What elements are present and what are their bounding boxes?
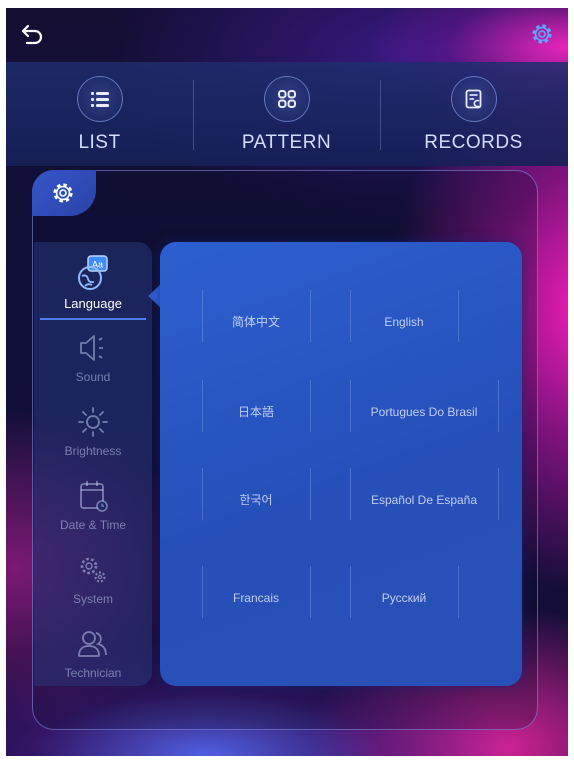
active-indicator: [40, 318, 146, 320]
back-arrow-icon: [21, 24, 43, 45]
divider: [310, 290, 311, 342]
sidebar-item-technician[interactable]: Technician: [34, 618, 152, 692]
calendar-icon: [80, 481, 108, 512]
pattern-grid-icon: [263, 76, 310, 122]
tab-records[interactable]: RECORDS: [380, 62, 567, 166]
settings-sidebar: Aa Language Sound Brightness Date & Time…: [34, 242, 152, 686]
settings-button[interactable]: [530, 22, 554, 46]
tab-pattern-label: PATTERN: [241, 132, 332, 153]
technician-icon: [78, 631, 107, 657]
sun-icon: [78, 407, 108, 437]
sidebar-item-label: Brightness: [64, 444, 122, 458]
language-option[interactable]: Portugues Do Brasil: [350, 380, 498, 444]
system-gears-icon: [80, 557, 106, 583]
tab-records-label: RECORDS: [424, 132, 523, 153]
divider: [310, 566, 311, 618]
sidebar-item-sound[interactable]: Sound: [34, 322, 152, 396]
divider: [310, 468, 311, 520]
records-icon: [450, 76, 497, 122]
sidebar-item-label: Date & Time: [59, 518, 127, 532]
tab-pattern[interactable]: PATTERN: [193, 62, 380, 166]
language-option[interactable]: 简体中文: [202, 290, 310, 354]
gear-icon: [53, 183, 73, 203]
gear-icon: [532, 24, 552, 44]
divider: [498, 468, 499, 520]
list-icon: [76, 76, 123, 122]
language-option[interactable]: Русский: [350, 566, 458, 630]
sidebar-item-brightness[interactable]: Brightness: [34, 396, 152, 470]
divider: [458, 566, 459, 618]
sidebar-item-label: Sound: [75, 370, 111, 384]
sidebar-item-label: Technician: [64, 666, 122, 680]
divider: [310, 380, 311, 432]
sidebar-item-label: Language: [64, 296, 122, 311]
language-icon: Aa: [78, 255, 108, 290]
tab-list[interactable]: LIST: [6, 62, 193, 166]
language-option[interactable]: 한국어: [202, 468, 310, 532]
language-option[interactable]: English: [350, 290, 458, 354]
language-option[interactable]: Español De España: [350, 468, 498, 532]
divider: [498, 380, 499, 432]
settings-panel-header: [32, 170, 96, 216]
back-button[interactable]: [20, 22, 46, 46]
language-options-panel: 简体中文 English 日本語 Portugues Do Brasil 한국어…: [160, 242, 522, 686]
tab-list-label: LIST: [78, 132, 121, 153]
sidebar-item-language[interactable]: Aa Language: [34, 248, 152, 322]
divider: [458, 290, 459, 342]
sidebar-item-label: System: [72, 592, 113, 606]
speaker-icon: [80, 335, 103, 361]
language-option[interactable]: Francais: [202, 566, 310, 630]
sidebar-item-system[interactable]: System: [34, 544, 152, 618]
language-option[interactable]: 日本語: [202, 380, 310, 444]
top-bar: [6, 8, 568, 62]
main-nav: LIST PATTERN RECORDS: [6, 62, 568, 166]
sidebar-item-date-time[interactable]: Date & Time: [34, 470, 152, 544]
